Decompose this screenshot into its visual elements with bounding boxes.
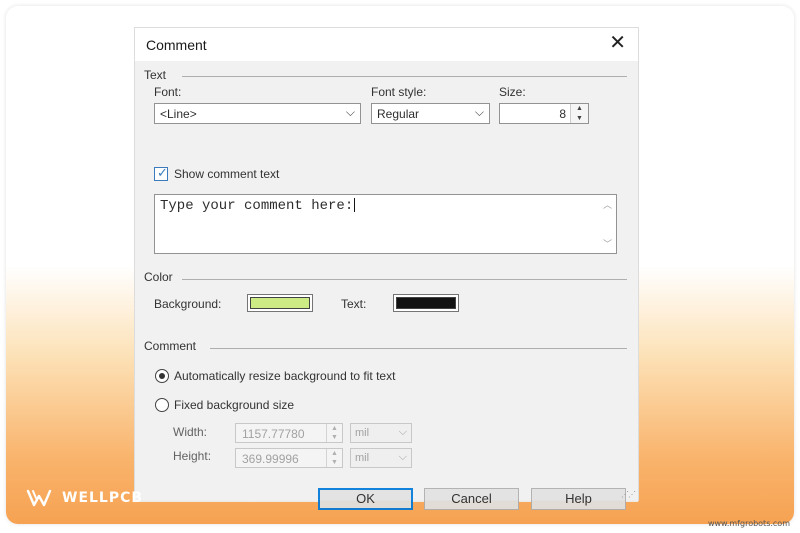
chevron-down-icon: ⌵ (398, 451, 407, 463)
show-comment-label[interactable]: Show comment text (174, 167, 279, 181)
comment-textarea[interactable]: Type your comment here: ︿ ﹀ (154, 194, 617, 254)
radio-selected-dot (159, 373, 165, 379)
comment-group-title: Comment (144, 339, 197, 353)
text-color-swatch[interactable] (393, 294, 459, 312)
text-color-label: Text: (341, 297, 367, 311)
dialog-title: Comment (146, 37, 207, 53)
font-value: <Line> (160, 107, 197, 121)
comment-scrollbar[interactable]: ︿ ﹀ (600, 195, 616, 253)
font-style-select[interactable]: Regular ⌵ (371, 103, 490, 124)
height-spin-buttons[interactable]: ▲ ▼ (326, 449, 342, 467)
text-caret (354, 198, 356, 213)
size-label: Size: (499, 85, 526, 99)
height-unit-select[interactable]: mil ⌵ (350, 448, 412, 468)
size-stepper[interactable]: 8 ▲ ▼ (499, 103, 589, 124)
comment-text-wrap: Type your comment here: (160, 198, 356, 214)
comment-text: Type your comment here: (160, 198, 354, 214)
spin-down-icon[interactable]: ▼ (327, 458, 342, 467)
width-input[interactable]: 1157.77780 ▲ ▼ (235, 423, 343, 443)
height-unit-value: mil (355, 452, 370, 464)
watermark-text: www.mfgrobots.com (707, 519, 790, 528)
dialog-body: Text Font: <Line> ⌵ Font style: Regular … (135, 61, 638, 510)
comment-group-divider (210, 348, 627, 349)
wellpcb-w-icon (26, 489, 52, 507)
width-value: 1157.77780 (242, 427, 305, 441)
width-unit-select[interactable]: mil ⌵ (350, 423, 412, 443)
scroll-up-icon[interactable]: ︿ (603, 198, 612, 211)
height-value: 369.99996 (242, 452, 299, 466)
checkmark-icon: ✓ (157, 165, 168, 180)
width-label: Width: (173, 425, 208, 439)
scroll-down-icon[interactable]: ﹀ (603, 237, 612, 250)
size-spin-buttons[interactable]: ▲ ▼ (570, 104, 588, 123)
height-input[interactable]: 369.99996 ▲ ▼ (235, 448, 343, 468)
chevron-down-icon: ⌵ (474, 105, 484, 119)
spin-up-icon[interactable]: ▲ (327, 449, 342, 458)
spin-down-icon[interactable]: ▼ (571, 114, 588, 124)
text-color-fill (396, 297, 456, 309)
font-label: Font: (154, 85, 182, 99)
font-style-value: Regular (377, 107, 420, 121)
title-bar: Comment ✕ (135, 28, 638, 61)
size-value: 8 (559, 107, 566, 121)
chevron-down-icon: ⌵ (398, 426, 407, 438)
comment-dialog: Comment ✕ Text Font: <Line> ⌵ Font style… (134, 27, 639, 510)
spin-up-icon[interactable]: ▲ (571, 104, 588, 114)
spin-down-icon[interactable]: ▼ (327, 433, 342, 442)
background-color-label: Background: (154, 297, 222, 311)
text-group-divider (182, 76, 627, 77)
background-color-swatch[interactable] (247, 294, 313, 312)
wellpcb-logo: WELLPCB (26, 488, 143, 508)
resize-grip-icon[interactable]: ⋰⋰ (621, 490, 636, 499)
spin-up-icon[interactable]: ▲ (327, 424, 342, 433)
color-group-divider (182, 279, 627, 280)
font-select[interactable]: <Line> ⌵ (154, 103, 361, 124)
cancel-button[interactable]: Cancel (424, 488, 519, 510)
font-style-label: Font style: (371, 85, 427, 99)
width-spin-buttons[interactable]: ▲ ▼ (326, 424, 342, 442)
background-color-fill (250, 297, 310, 309)
ok-button[interactable]: OK (318, 488, 413, 510)
color-group-title: Color (144, 270, 173, 284)
auto-resize-radio[interactable] (155, 369, 169, 383)
show-comment-checkbox[interactable]: ✓ (154, 165, 168, 181)
fixed-size-label[interactable]: Fixed background size (174, 398, 294, 412)
auto-resize-label[interactable]: Automatically resize background to fit t… (174, 369, 395, 383)
chevron-down-icon: ⌵ (345, 105, 355, 119)
text-group-title: Text (144, 68, 167, 82)
close-icon[interactable]: ✕ (609, 33, 626, 53)
logo-text: WELLPCB (62, 490, 144, 506)
width-unit-value: mil (355, 427, 370, 439)
help-button[interactable]: Help (531, 488, 626, 510)
height-label: Height: (173, 449, 212, 463)
fixed-size-radio[interactable] (155, 398, 169, 412)
